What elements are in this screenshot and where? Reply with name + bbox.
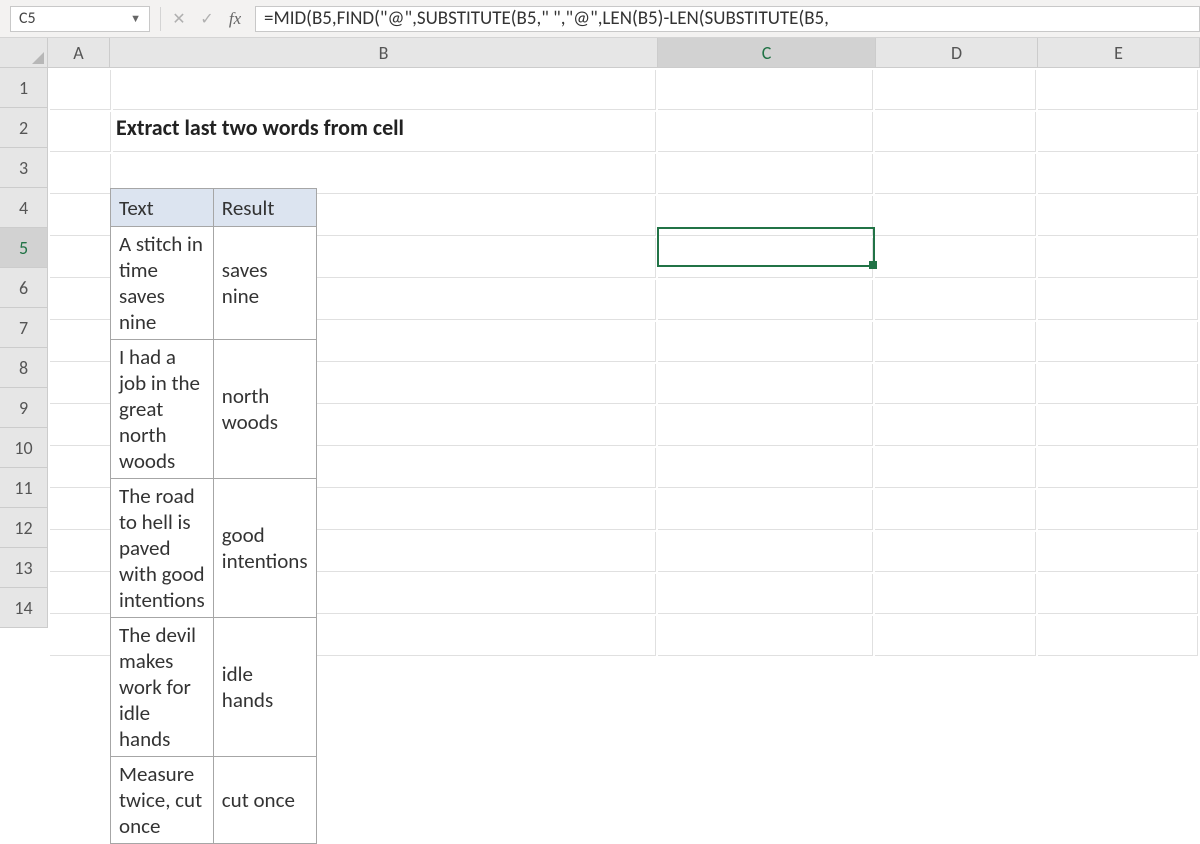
col-header-result[interactable]: Result (213, 189, 316, 227)
col-header-B[interactable]: B (110, 38, 658, 68)
divider (160, 7, 161, 31)
row-headers: 1234567891011121314 (0, 68, 48, 628)
cell-text[interactable]: I had a job in the great north woods (111, 340, 214, 479)
table-row: The road to hell is paved with good inte… (111, 479, 317, 618)
cell-result[interactable]: cut once (213, 757, 316, 844)
name-box-value: C5 (19, 9, 36, 28)
formula-input[interactable]: =MID(B5,FIND("@",SUBSTITUTE(B5," ","@",L… (255, 6, 1200, 32)
cell-result[interactable]: north woods (213, 340, 316, 479)
row-header-8[interactable]: 8 (0, 348, 48, 388)
col-header-A[interactable]: A (48, 38, 110, 68)
table-row: A stitch in time saves ninesaves nine (111, 227, 317, 340)
row-header-13[interactable]: 13 (0, 548, 48, 588)
name-box[interactable]: C5 ▼ (10, 6, 150, 32)
row-header-7[interactable]: 7 (0, 308, 48, 348)
table-row: Measure twice, cut oncecut once (111, 757, 317, 844)
accept-formula-button[interactable]: ✓ (193, 6, 221, 32)
row-header-3[interactable]: 3 (0, 148, 48, 188)
cell-result[interactable]: idle hands (213, 618, 316, 757)
row-header-2[interactable]: 2 (0, 108, 48, 148)
row-header-9[interactable]: 9 (0, 388, 48, 428)
row-header-14[interactable]: 14 (0, 588, 48, 628)
column-headers: ABCDE (48, 38, 1200, 68)
table-header-row: Text Result (111, 189, 317, 227)
col-header-text[interactable]: Text (111, 189, 214, 227)
name-box-dropdown-icon[interactable]: ▼ (130, 12, 141, 25)
cell-result[interactable]: good intentions (213, 479, 316, 618)
table-row: The devil makes work for idle handsidle … (111, 618, 317, 757)
sheet-title: Extract last two words from cell (116, 114, 404, 141)
fill-handle[interactable] (869, 261, 877, 269)
row-header-5[interactable]: 5 (0, 228, 48, 268)
table-row: I had a job in the great north woodsnort… (111, 340, 317, 479)
row-header-4[interactable]: 4 (0, 188, 48, 228)
cancel-formula-button[interactable]: ✕ (165, 6, 193, 32)
row-header-1[interactable]: 1 (0, 68, 48, 108)
col-header-D[interactable]: D (876, 38, 1038, 68)
cell-text[interactable]: The road to hell is paved with good inte… (111, 479, 214, 618)
data-table: Text Result A stitch in time saves nines… (110, 188, 317, 844)
cell-result[interactable]: saves nine (213, 227, 316, 340)
cell-text[interactable]: The devil makes work for idle hands (111, 618, 214, 757)
row-header-11[interactable]: 11 (0, 468, 48, 508)
row-header-6[interactable]: 6 (0, 268, 48, 308)
col-header-C[interactable]: C (658, 38, 876, 68)
cell-text[interactable]: A stitch in time saves nine (111, 227, 214, 340)
col-header-E[interactable]: E (1038, 38, 1200, 68)
select-all-corner[interactable] (0, 38, 48, 68)
row-header-12[interactable]: 12 (0, 508, 48, 548)
insert-function-button[interactable]: fx (221, 6, 249, 32)
row-header-10[interactable]: 10 (0, 428, 48, 468)
formula-text: =MID(B5,FIND("@",SUBSTITUTE(B5," ","@",L… (264, 7, 829, 30)
formula-bar: C5 ▼ ✕ ✓ fx =MID(B5,FIND("@",SUBSTITUTE(… (0, 0, 1200, 38)
cell-text[interactable]: Measure twice, cut once (111, 757, 214, 844)
